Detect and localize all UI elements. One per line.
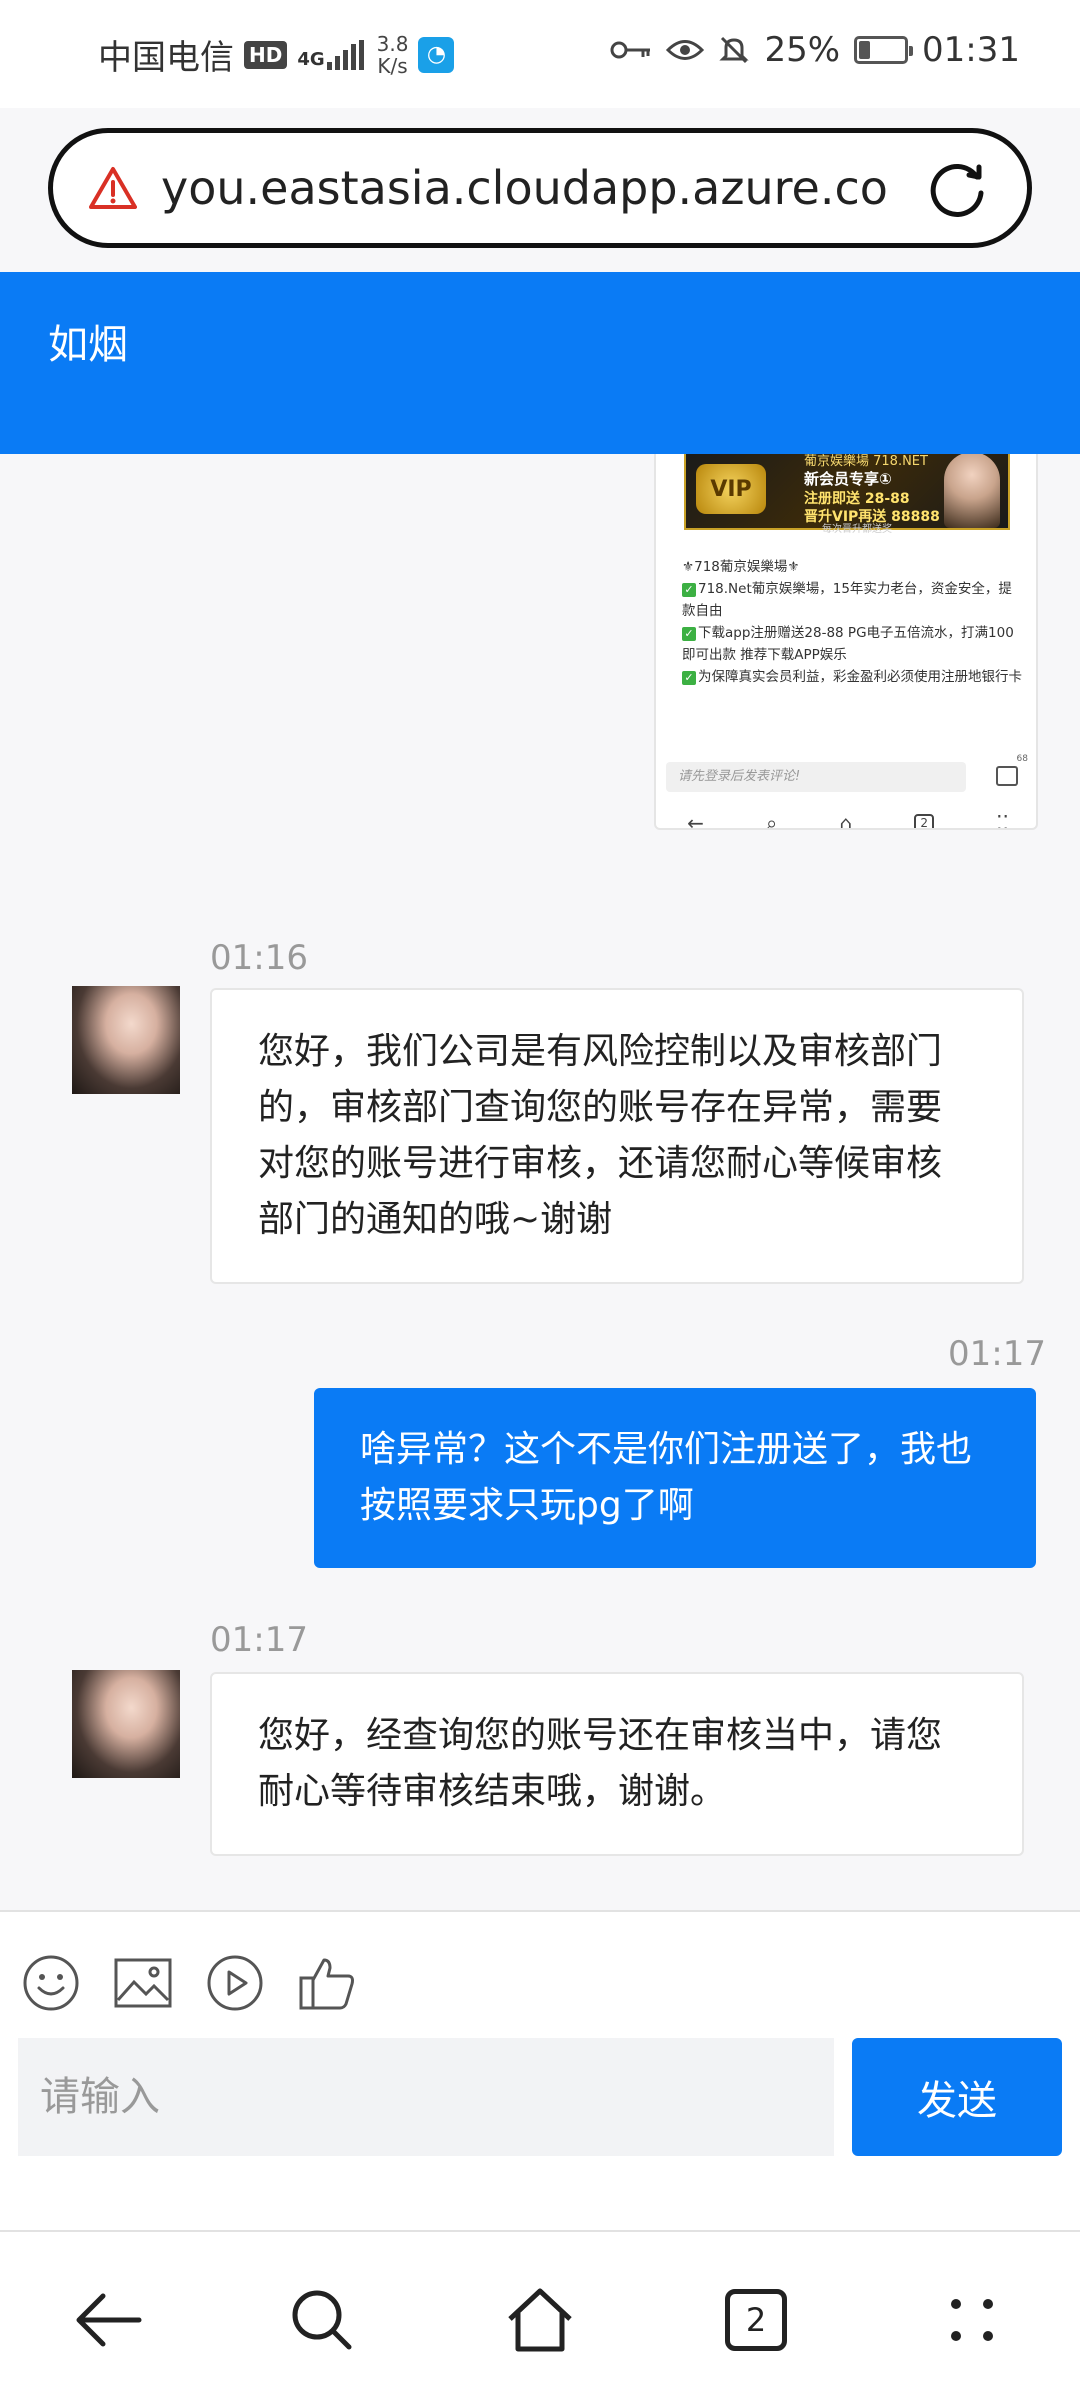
- emoji-icon[interactable]: [22, 1954, 80, 2012]
- battery-percent: 25%: [764, 30, 841, 70]
- thumbs-up-icon[interactable]: [298, 1954, 356, 2012]
- screenshot-line: ✓ 为保障真实会员利益，彩金盈利必须使用注册地银行卡: [682, 666, 1022, 688]
- avatar[interactable]: [72, 1670, 180, 1778]
- screenshot-line: ✓ 718.Net葡京娱樂場，15年实力老台，资金安全，提款自由: [682, 578, 1022, 622]
- check-icon: ✓: [682, 583, 696, 597]
- message-bubble-outgoing[interactable]: 啥异常？这个不是你们注册送了，我也按照要求只玩pg了啊: [314, 1388, 1036, 1568]
- vip-badge: VIP: [696, 464, 766, 514]
- clock: 01:31: [922, 30, 1020, 70]
- menu-dots-icon: ⁚⁚: [996, 811, 1009, 830]
- comment-icon: [996, 766, 1018, 786]
- message-time: 01:16: [210, 938, 308, 978]
- signal-icon: 4G: [297, 39, 366, 70]
- screenshot-heading-text: 718葡京娱樂場: [694, 559, 788, 575]
- chat-title: 如烟: [48, 322, 128, 368]
- net-speed-unit: K/s: [377, 53, 408, 78]
- search-button[interactable]: [282, 2280, 362, 2360]
- message-time: 01:17: [210, 1620, 308, 1660]
- check-icon: ✓: [682, 627, 696, 641]
- hd-badge: HD: [244, 40, 288, 69]
- back-button[interactable]: [68, 2280, 148, 2360]
- screenshot-line: ✓ 下载app注册赠送28-88 PG电子五倍流水，打满100即可出款 推荐下载A…: [682, 622, 1022, 666]
- tabs-icon: 2: [914, 814, 934, 828]
- chat-header: 如烟: [0, 272, 1080, 454]
- reload-icon[interactable]: [925, 157, 991, 223]
- tabs-icon: 2: [725, 2289, 787, 2351]
- battery-icon: [854, 36, 914, 64]
- mute-bell-icon: [719, 36, 750, 64]
- eye-icon: [666, 40, 705, 60]
- net-speed: 3.8 K/s: [377, 33, 409, 77]
- check-icon: ✓: [682, 671, 696, 685]
- image-message[interactable]: VIP 葡京娱樂場 718.NET 新会员专享① 注册即送 28-88 晋升VI…: [654, 454, 1038, 830]
- banner-portrait: [944, 454, 1000, 528]
- chat-area[interactable]: VIP 葡京娱樂場 718.NET 新会员专享① 注册即送 28-88 晋升VI…: [0, 454, 1080, 1910]
- home-button[interactable]: [500, 2280, 580, 2360]
- screenshot-line-text: 下载app注册赠送28-88 PG电子五倍流水，打满100即可出款 推荐下载AP…: [682, 625, 1014, 663]
- status-bar: 中国电信 HD 4G 3.8 K/s ◔ 25% 01:31: [0, 0, 1080, 108]
- message-bubble-incoming[interactable]: 您好，经查询您的账号还在审核当中，请您耐心等待审核结束哦，谢谢。: [210, 1672, 1024, 1856]
- banner-line1: 新会员专享①: [804, 470, 892, 488]
- banner-site: 葡京娱樂場 718.NET: [804, 454, 928, 469]
- avatar[interactable]: [72, 986, 180, 1094]
- menu-button[interactable]: [932, 2280, 1012, 2360]
- banner-line4: 每次晋升都送奖: [822, 524, 892, 535]
- screenshot-line-text: 为保障真实会员利益，彩金盈利必须使用注册地银行卡: [698, 669, 1022, 685]
- app-notification-icon: ◔: [418, 36, 455, 73]
- promo-banner-image: VIP 葡京娱樂場 718.NET 新会员专享① 注册即送 28-88 晋升VI…: [684, 454, 1010, 535]
- screenshot-nav: ← ⌕ ⌂ 2 ⁚⁚: [656, 808, 1036, 830]
- screenshot-text: ⚜718葡京娱樂場⚜ ✓ 718.Net葡京娱樂場，15年实力老台，资金安全，提款…: [682, 556, 1022, 688]
- message-input[interactable]: [18, 2038, 834, 2156]
- network-type-label: 4G: [297, 48, 325, 70]
- home-icon: [508, 2288, 572, 2352]
- message-bubble-incoming[interactable]: 您好，我们公司是有风险控制以及审核部门的，审核部门查询您的账号存在异常，需要对您…: [210, 988, 1024, 1284]
- composer-toolbar: [22, 1954, 356, 2012]
- home-icon: ⌂: [839, 811, 853, 830]
- tabs-button[interactable]: 2: [716, 2280, 796, 2360]
- screenshot-heading: ⚜718葡京娱樂場⚜: [682, 559, 800, 575]
- image-icon[interactable]: [114, 1954, 172, 2012]
- url-text[interactable]: you.eastasia.cloudapp.azure.com/: [161, 161, 891, 215]
- back-arrow-icon: ←: [687, 811, 704, 830]
- carrier-label: 中国电信: [98, 38, 234, 78]
- send-button[interactable]: 发送: [852, 2038, 1062, 2156]
- key-icon: [610, 41, 651, 59]
- video-icon[interactable]: [206, 1954, 264, 2012]
- browser-bottom-nav: 2: [0, 2230, 1080, 2400]
- search-icon: [292, 2290, 352, 2350]
- composer: 发送: [0, 1910, 1080, 2230]
- warning-icon[interactable]: [83, 158, 143, 218]
- back-arrow-icon: [76, 2293, 142, 2347]
- comment-count: 68: [1016, 754, 1028, 764]
- message-time: 01:17: [948, 1334, 1046, 1374]
- menu-dots-icon: [951, 2299, 993, 2341]
- screenshot-line-text: 718.Net葡京娱樂場，15年实力老台，资金安全，提款自由: [682, 581, 1012, 619]
- search-icon: ⌕: [766, 811, 778, 830]
- screenshot-comment-box: 请先登录后发表评论!: [666, 762, 966, 792]
- address-bar[interactable]: you.eastasia.cloudapp.azure.com/: [48, 128, 1032, 248]
- banner-line2: 注册即送 28-88: [804, 491, 910, 507]
- net-speed-value: 3.8: [376, 31, 409, 56]
